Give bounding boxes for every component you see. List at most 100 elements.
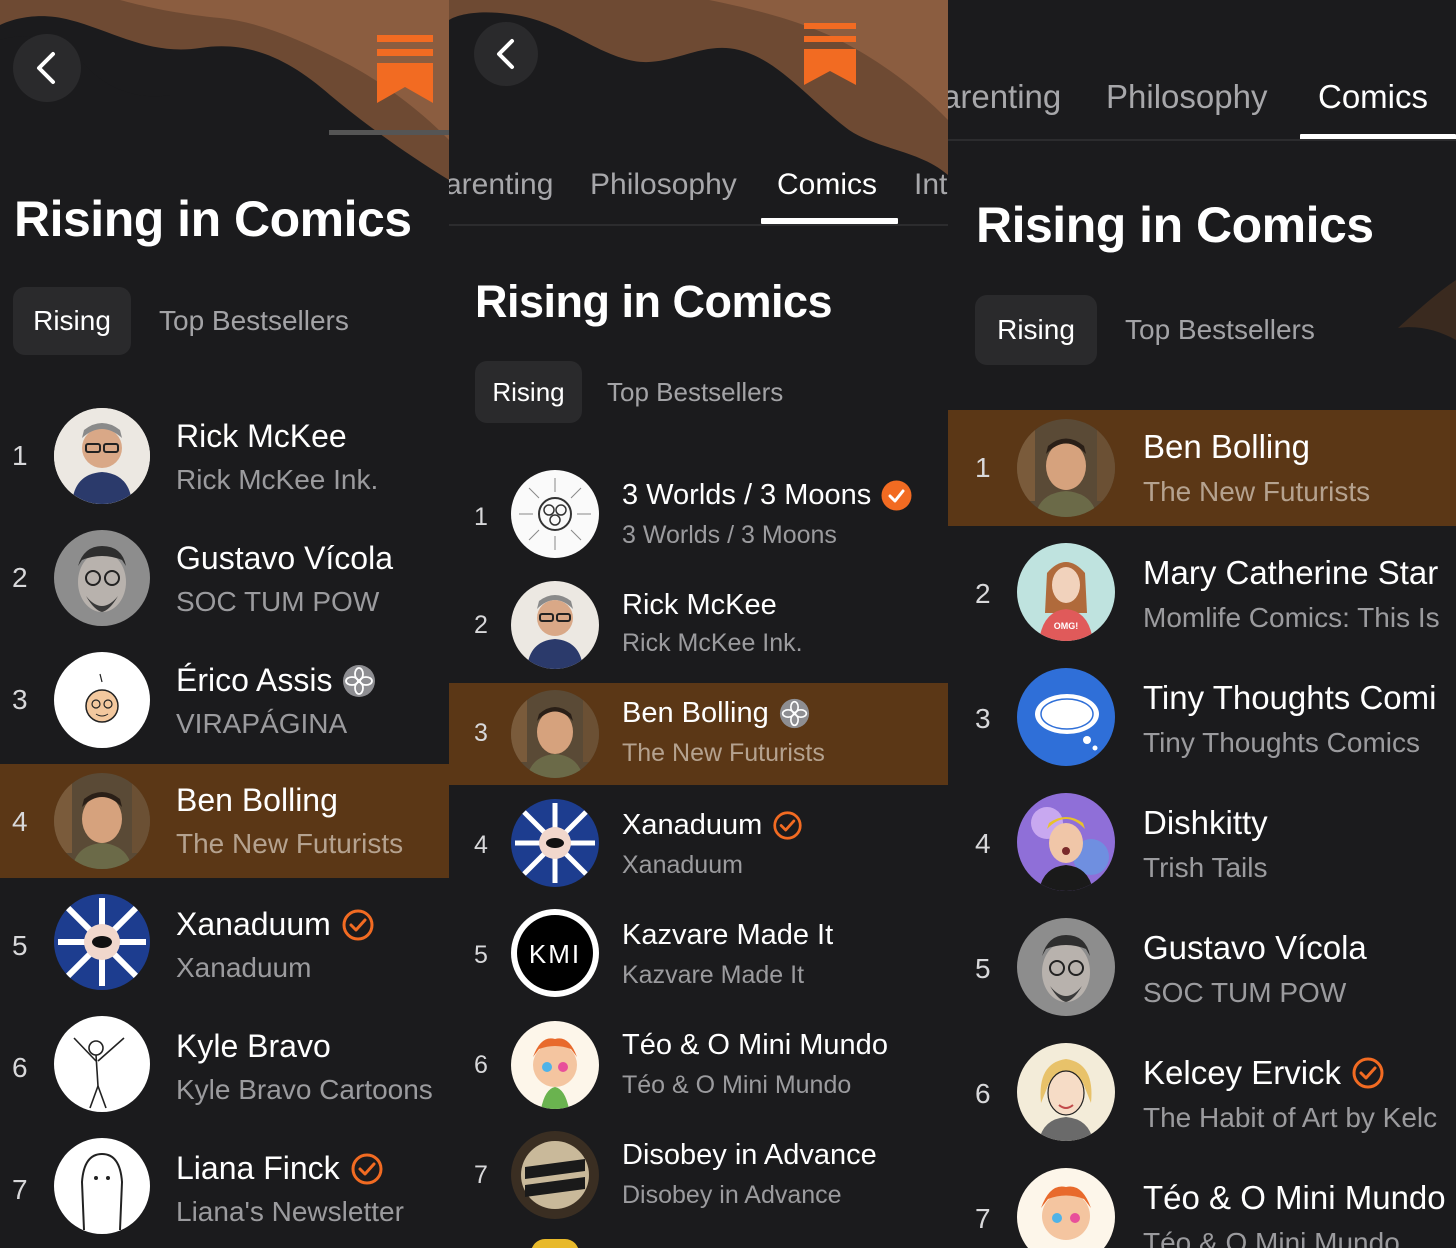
rank-number: 7 bbox=[474, 1161, 488, 1189]
rank-number: 5 bbox=[474, 941, 488, 969]
name-text: Mary Catherine Star bbox=[1143, 554, 1439, 591]
rank-number: 4 bbox=[474, 831, 488, 859]
tab-comics[interactable]: Comics bbox=[777, 168, 877, 202]
tab-parenting[interactable]: arenting bbox=[449, 168, 553, 202]
list-item[interactable]: 7 Disobey in Advance Disobey in Advance bbox=[449, 1115, 948, 1248]
back-button[interactable] bbox=[13, 34, 81, 102]
publication-subtitle: Téo & O Mini Mundo bbox=[1143, 1227, 1400, 1248]
avatar bbox=[511, 470, 599, 558]
name-text: Rick McKee bbox=[176, 418, 347, 454]
svg-text:OMG!: OMG! bbox=[1054, 621, 1079, 631]
segment-rising[interactable]: Rising bbox=[475, 361, 582, 423]
rank-number: 3 bbox=[975, 703, 991, 734]
segment-control: Rising Top Bestsellers bbox=[475, 361, 783, 423]
avatar bbox=[54, 773, 150, 869]
tab-parenting[interactable]: arenting bbox=[948, 78, 1061, 116]
publication-subtitle: Rick McKee Ink. bbox=[622, 629, 803, 657]
list-item[interactable]: 3 Tiny Thoughts Comi Tiny Thoughts Comic… bbox=[948, 651, 1456, 776]
background-wave-fragment bbox=[1398, 280, 1456, 340]
rank-number: 2 bbox=[474, 611, 488, 639]
segment-top-bestsellers[interactable]: Top Bestsellers bbox=[1125, 314, 1315, 346]
list-item[interactable]: 5 KMI Kazvare Made It Kazvare Made It bbox=[449, 895, 948, 1005]
publication-subtitle: Liana's Newsletter bbox=[176, 1196, 404, 1227]
name-text: Kyle Bravo bbox=[176, 1028, 331, 1064]
rank-number: 5 bbox=[975, 953, 991, 984]
publication-subtitle: VIRAPÁGINA bbox=[176, 708, 348, 739]
category-tabs: arenting Philosophy Comics bbox=[948, 78, 1456, 148]
rank-number: 2 bbox=[12, 562, 28, 593]
rank-number: 1 bbox=[975, 452, 991, 483]
list-item-highlighted[interactable]: 1 Ben Bolling The New Futurists bbox=[948, 410, 1456, 526]
segment-top-bestsellers[interactable]: Top Bestsellers bbox=[159, 305, 349, 337]
list-item[interactable]: 4 Xanaduum Xanaduum bbox=[449, 785, 948, 895]
list-item[interactable]: 7 Téo & O Mini Mundo Téo & O Mini Mundo bbox=[948, 1151, 1456, 1248]
tab-more[interactable]: Int bbox=[914, 168, 947, 202]
publication-subtitle: Rick McKee Ink. bbox=[176, 464, 379, 495]
check-circle-icon bbox=[342, 909, 374, 940]
list-item[interactable]: 2 Gustavo Vícola SOC TUM POW bbox=[0, 518, 449, 640]
back-button[interactable] bbox=[474, 22, 538, 86]
segment-top-bestsellers[interactable]: Top Bestsellers bbox=[607, 377, 783, 408]
list-item[interactable]: 6 Kyle Bravo Kyle Bravo Cartoons bbox=[0, 1002, 449, 1124]
list-item[interactable]: 1 Rick McKee Rick McKee Ink. bbox=[0, 396, 449, 518]
list-item[interactable]: 1 3 Worlds / 3 Moons 3 Worlds / 3 Moons bbox=[449, 465, 948, 575]
name-text: Liana Finck bbox=[176, 1150, 340, 1186]
name-text: Téo & O Mini Mundo bbox=[1143, 1179, 1446, 1216]
rank-number: 4 bbox=[12, 806, 28, 837]
list-item[interactable]: 4 Dishkitty Trish Tails bbox=[948, 776, 1456, 901]
avatar bbox=[54, 1016, 150, 1112]
avatar bbox=[1017, 1043, 1115, 1141]
tab-comics[interactable]: Comics bbox=[1318, 78, 1428, 116]
list-item[interactable]: 5 Xanaduum Xanaduum bbox=[0, 880, 449, 1002]
flower-badge-icon bbox=[343, 664, 376, 697]
publication-name: 3 Worlds / 3 Moons bbox=[622, 479, 912, 512]
tab-philosophy[interactable]: Philosophy bbox=[1106, 78, 1267, 116]
tab-philosophy[interactable]: Philosophy bbox=[590, 168, 737, 202]
rank-number: 3 bbox=[12, 684, 28, 715]
name-text: Gustavo Vícola bbox=[1143, 929, 1367, 966]
publication-subtitle: Kyle Bravo Cartoons bbox=[176, 1074, 433, 1105]
name-text: Ben Bolling bbox=[622, 697, 769, 729]
name-text: Rick McKee bbox=[622, 589, 777, 621]
name-text: Dishkitty bbox=[1143, 804, 1268, 841]
publication-subtitle: Trish Tails bbox=[1143, 852, 1268, 883]
publication-name: Liana Finck bbox=[176, 1150, 384, 1187]
publication-subtitle: Disobey in Advance bbox=[622, 1181, 842, 1209]
publication-subtitle: SOC TUM POW bbox=[1143, 977, 1347, 1008]
list-item[interactable]: 6 Téo & O Mini Mundo Téo & O Mini Mundo bbox=[449, 1005, 948, 1115]
publication-subtitle: 3 Worlds / 3 Moons bbox=[622, 521, 837, 549]
name-text: Xanaduum bbox=[176, 906, 331, 942]
avatar: OMG! bbox=[1017, 543, 1115, 641]
list-item-highlighted[interactable]: 4 Ben Bolling The New Futurists bbox=[0, 764, 449, 878]
list-item[interactable]: 2 Rick McKee Rick McKee Ink. bbox=[449, 575, 948, 683]
panel-middle: arenting Philosophy Comics Int Rising in… bbox=[449, 0, 948, 1248]
list-item[interactable]: 6 Kelcey Ervick The Habit of Art by Kelc bbox=[948, 1026, 1456, 1151]
list-item[interactable]: 2 OMG! Mary Catherine Star Momlife Comic… bbox=[948, 526, 1456, 651]
publication-name: Xanaduum bbox=[176, 906, 375, 943]
list-item[interactable]: 3 Érico Assis VIRAPÁGINA bbox=[0, 640, 449, 764]
bookmark-logo bbox=[804, 23, 856, 85]
name-text: Xanaduum bbox=[622, 809, 763, 841]
avatar bbox=[1017, 918, 1115, 1016]
name-text: 3 Worlds / 3 Moons bbox=[622, 479, 872, 511]
tab-divider bbox=[948, 139, 1456, 141]
chevron-left-icon bbox=[37, 52, 55, 84]
publication-subtitle: Xanaduum bbox=[176, 952, 312, 983]
avatar bbox=[511, 690, 599, 778]
rank-number: 7 bbox=[975, 1203, 991, 1234]
rank-number: 6 bbox=[975, 1078, 991, 1109]
rank-number: 6 bbox=[474, 1051, 488, 1079]
list-item[interactable]: 5 Gustavo Vícola SOC TUM POW bbox=[948, 901, 1456, 1026]
list-item-highlighted[interactable]: 3 Ben Bolling The New Futurists bbox=[449, 683, 948, 785]
publication-subtitle: The New Futurists bbox=[1143, 476, 1371, 507]
segment-rising[interactable]: Rising bbox=[13, 287, 131, 355]
publication-subtitle: SOC TUM POW bbox=[176, 586, 380, 617]
check-circle-icon bbox=[1352, 1057, 1384, 1089]
segment-control: Rising Top Bestsellers bbox=[975, 295, 1315, 365]
rank-number: 3 bbox=[474, 719, 488, 747]
chevron-left-icon bbox=[497, 39, 514, 69]
publication-subtitle: Momlife Comics: This Is bbox=[1143, 602, 1440, 633]
name-text: Gustavo Vícola bbox=[176, 540, 393, 576]
list-item[interactable]: 7 Liana Finck Liana's Newsletter bbox=[0, 1124, 449, 1248]
segment-rising[interactable]: Rising bbox=[975, 295, 1097, 365]
